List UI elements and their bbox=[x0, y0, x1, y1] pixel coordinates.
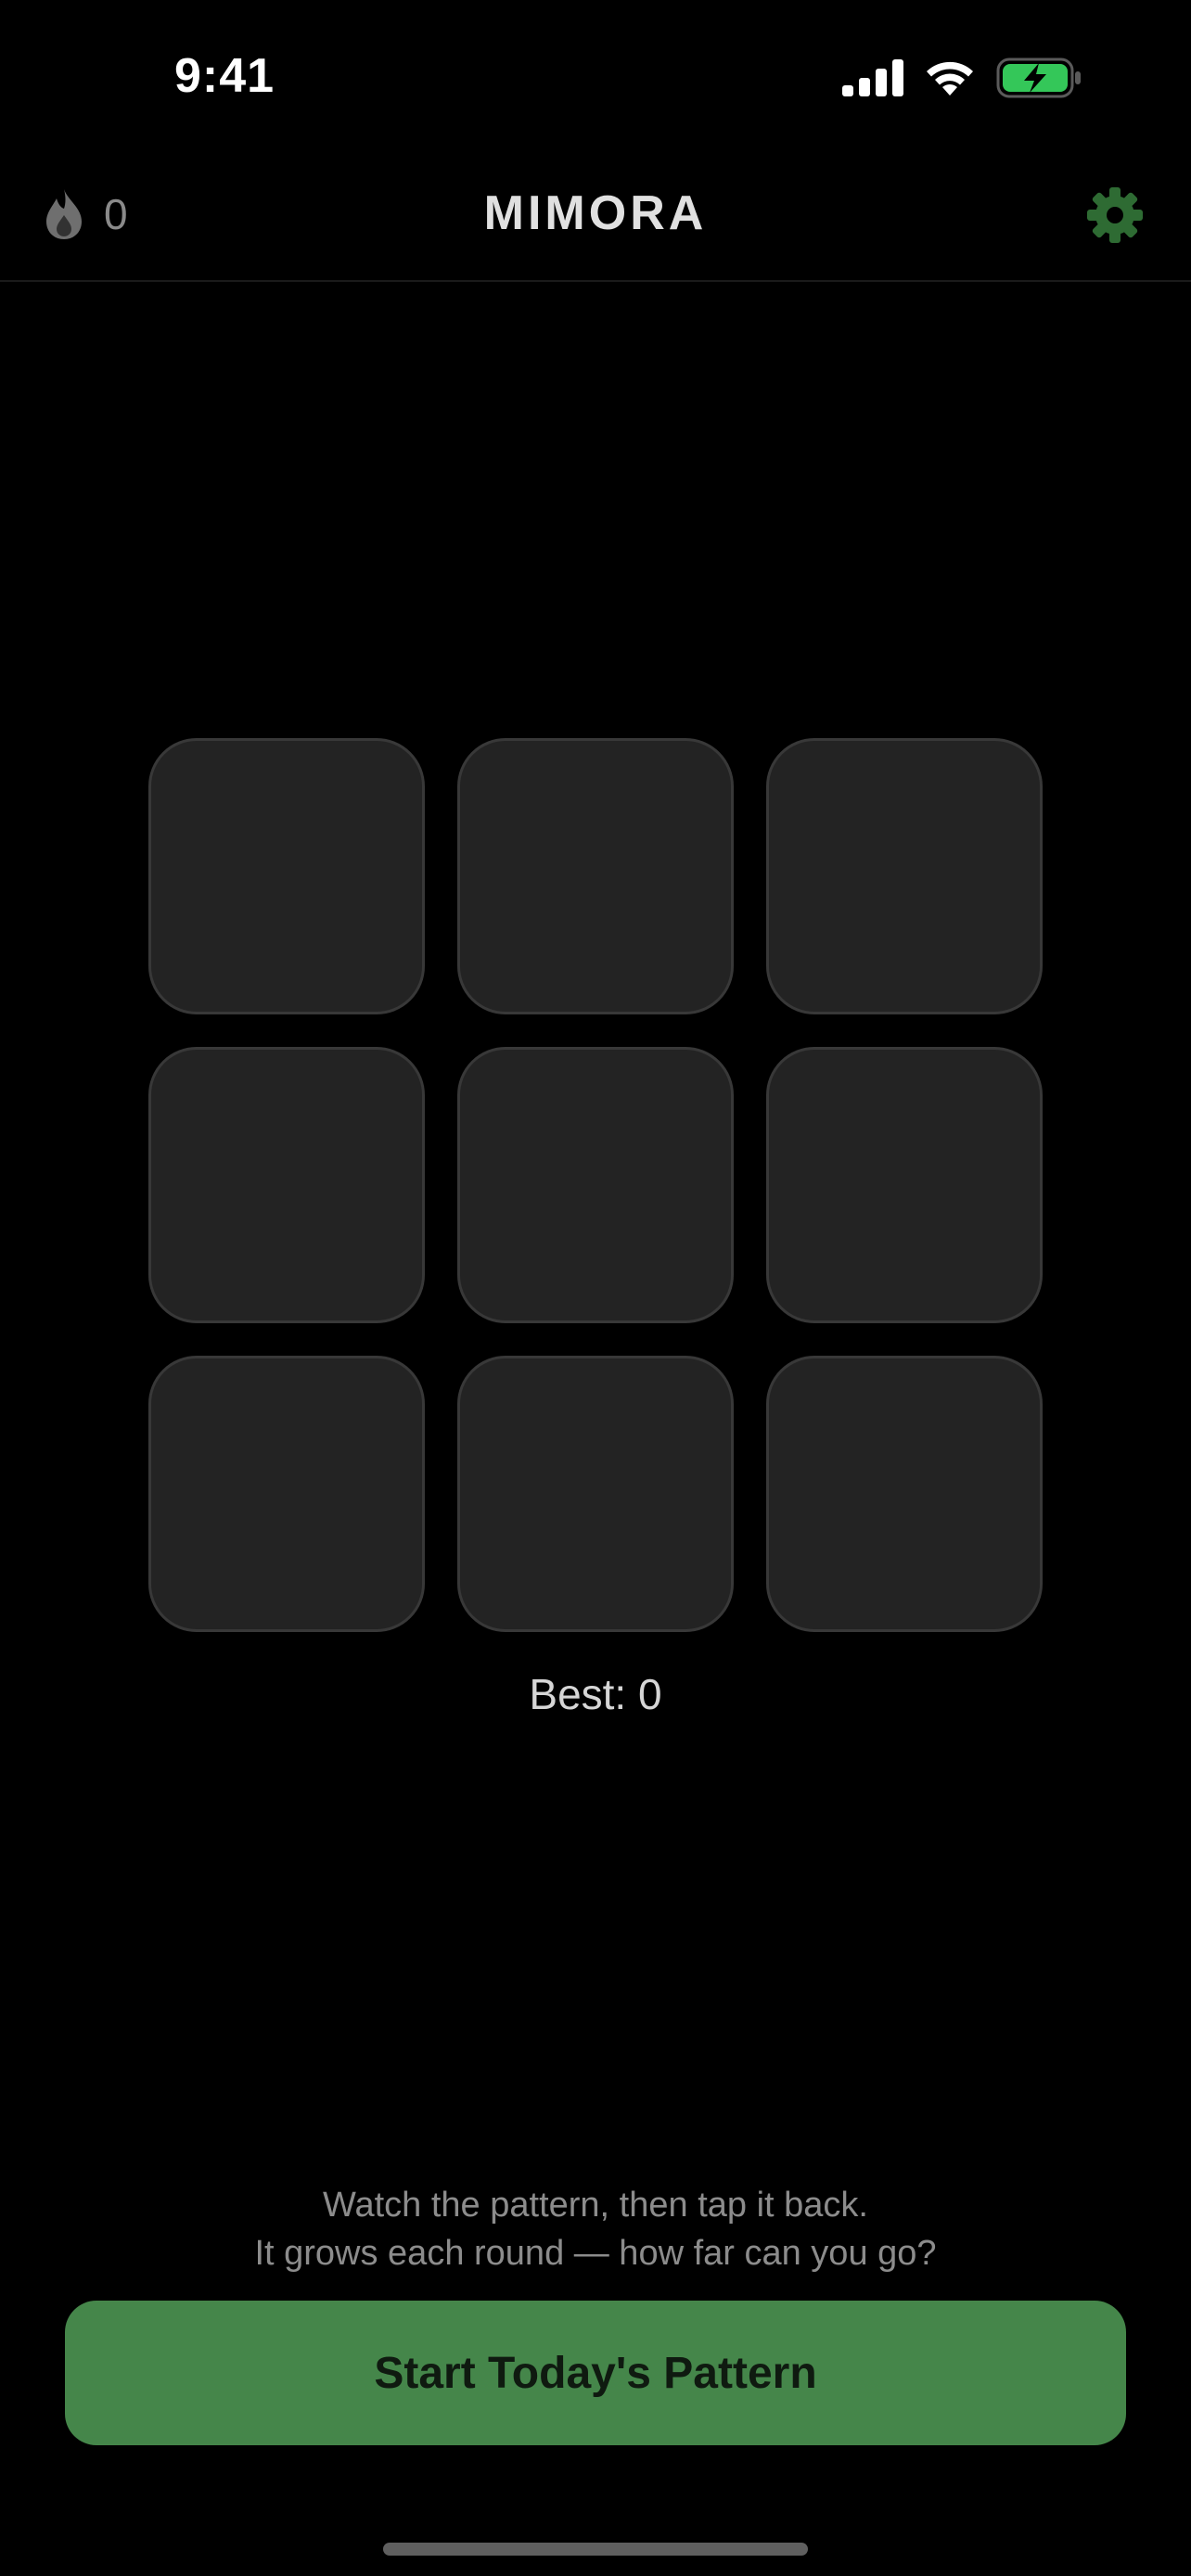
gear-icon bbox=[1087, 187, 1143, 243]
grid-tile-9[interactable] bbox=[766, 1356, 1043, 1632]
grid-tile-4[interactable] bbox=[148, 1047, 425, 1323]
start-pattern-button[interactable]: Start Today's Pattern bbox=[65, 2301, 1126, 2445]
best-score: Best: 0 bbox=[529, 1670, 662, 1718]
cellular-signal-icon bbox=[842, 59, 903, 96]
status-bar: 9:41 bbox=[0, 0, 1191, 158]
grid-tile-6[interactable] bbox=[766, 1047, 1043, 1323]
grid-tile-1[interactable] bbox=[148, 738, 425, 1014]
wifi-icon bbox=[927, 61, 973, 96]
status-icons bbox=[842, 57, 1082, 98]
battery-charging-icon bbox=[996, 57, 1081, 98]
app-title: MIMORA bbox=[483, 186, 708, 240]
instructions: Watch the pattern, then tap it back. It … bbox=[0, 2181, 1191, 2277]
grid-tile-5[interactable] bbox=[457, 1047, 734, 1323]
header: 0 MIMORA bbox=[0, 158, 1191, 282]
instructions-line-2: It grows each round — how far can you go… bbox=[254, 2234, 937, 2273]
grid-tile-3[interactable] bbox=[766, 738, 1043, 1014]
grid-tile-2[interactable] bbox=[457, 738, 734, 1014]
grid-tile-7[interactable] bbox=[148, 1356, 425, 1632]
home-indicator bbox=[383, 2543, 808, 2556]
grid-tile-8[interactable] bbox=[457, 1356, 734, 1632]
instructions-line-1: Watch the pattern, then tap it back. bbox=[323, 2186, 868, 2225]
settings-button[interactable] bbox=[1085, 185, 1145, 245]
pattern-grid bbox=[148, 738, 1043, 1632]
status-time: 9:41 bbox=[174, 49, 275, 103]
